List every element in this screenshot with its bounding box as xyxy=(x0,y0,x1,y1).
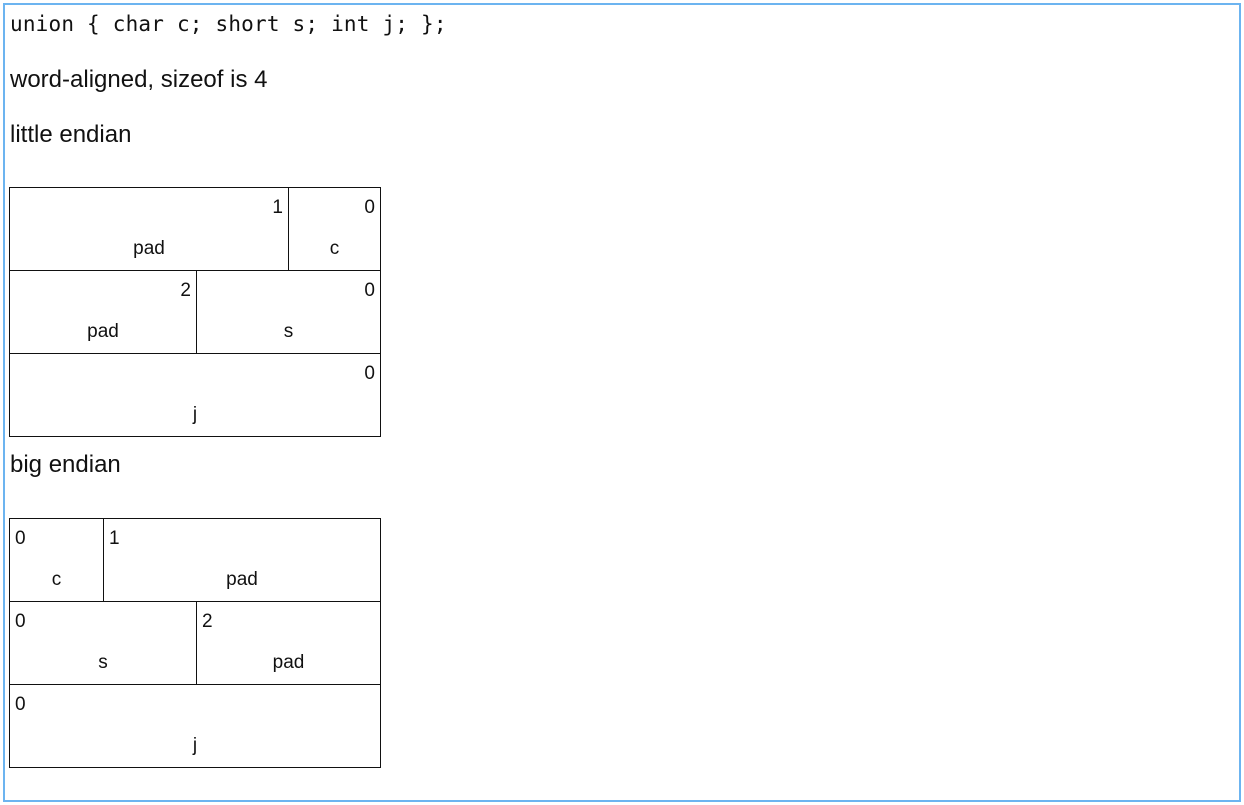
field-name: s xyxy=(283,321,294,342)
field-name: c xyxy=(51,569,62,590)
field-name: j xyxy=(192,735,198,756)
byte-index: 1 xyxy=(109,528,120,549)
byte-index: 1 xyxy=(272,197,283,218)
field-name: j xyxy=(192,404,198,425)
layout-cell-s: 0 s xyxy=(196,271,380,353)
byte-index: 0 xyxy=(364,363,375,384)
alignment-note: word-aligned, sizeof is 4 xyxy=(10,66,268,93)
layout-row-short: 0 s 2 pad xyxy=(10,602,380,685)
byte-index: 2 xyxy=(202,611,213,632)
layout-row-int: 0 j xyxy=(10,685,380,768)
layout-row-char: 0 c 1 pad xyxy=(10,519,380,602)
layout-cell-pad: 2 pad xyxy=(196,602,380,684)
layout-cell-j: 0 j xyxy=(10,354,380,436)
byte-index: 0 xyxy=(364,197,375,218)
big-endian-layout: 0 c 1 pad 0 s 2 pad 0 j xyxy=(9,518,381,768)
big-endian-heading: big endian xyxy=(10,451,121,478)
byte-index: 0 xyxy=(15,528,26,549)
layout-cell-c: 0 c xyxy=(10,519,103,601)
layout-cell-pad: 1 pad xyxy=(103,519,380,601)
layout-row-short: 2 pad 0 s xyxy=(10,271,380,354)
field-name: s xyxy=(98,652,108,673)
byte-index: 2 xyxy=(180,280,191,301)
field-name: pad xyxy=(272,652,305,673)
field-name: pad xyxy=(226,569,258,590)
byte-index: 0 xyxy=(15,611,26,632)
layout-row-char: 1 pad 0 c xyxy=(10,188,380,271)
layout-cell-j: 0 j xyxy=(10,685,380,767)
field-name: pad xyxy=(133,238,165,259)
layout-cell-c: 0 c xyxy=(288,188,380,270)
byte-index: 0 xyxy=(15,694,26,715)
byte-index: 0 xyxy=(364,280,375,301)
union-declaration: union { char c; short s; int j; }; xyxy=(10,12,447,36)
little-endian-layout: 1 pad 0 c 2 pad 0 s 0 j xyxy=(9,187,381,437)
layout-cell-pad: 1 pad xyxy=(10,188,288,270)
layout-cell-s: 0 s xyxy=(10,602,196,684)
field-name: pad xyxy=(87,321,119,342)
layout-row-int: 0 j xyxy=(10,354,380,437)
little-endian-heading: little endian xyxy=(10,121,132,148)
field-name: c xyxy=(329,238,340,259)
layout-cell-pad: 2 pad xyxy=(10,271,196,353)
